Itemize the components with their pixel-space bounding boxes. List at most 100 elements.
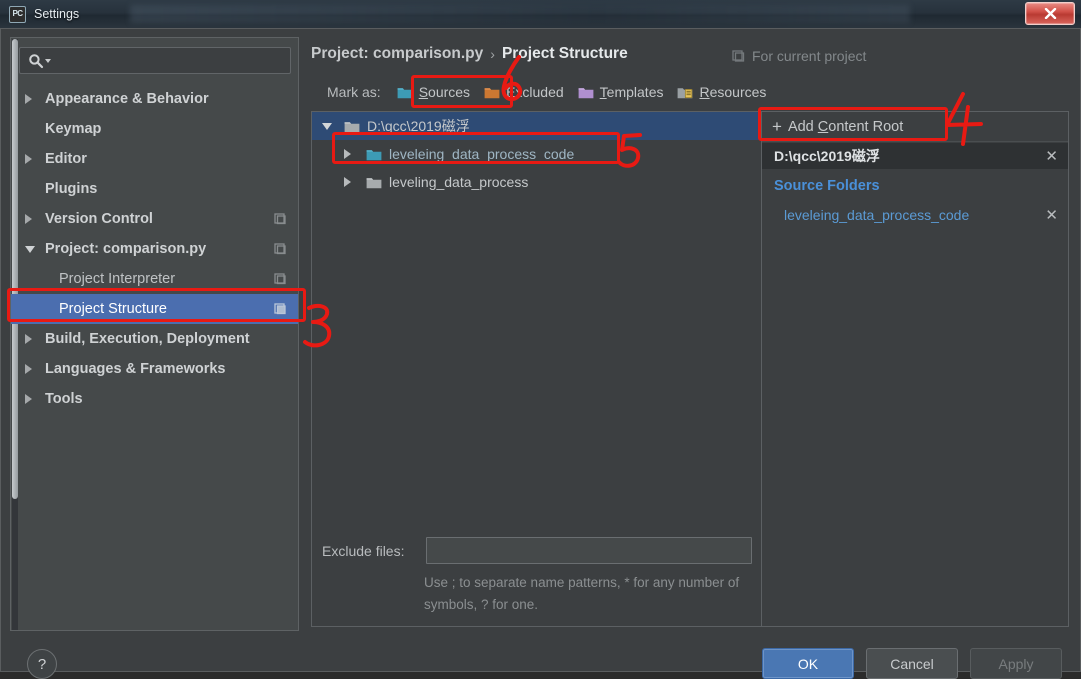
sidebar-item-project-comparison[interactable]: Project: comparison.py <box>11 234 298 264</box>
sidebar-item-label: Appearance & Behavior <box>45 91 209 107</box>
add-content-root-button[interactable]: + Add Content Root <box>762 112 1068 142</box>
breadcrumb-separator: › <box>490 46 495 62</box>
tree-row-label: D:\qcc\2019磁浮 <box>367 118 470 134</box>
project-scope-icon <box>274 243 286 255</box>
tree-row-source-folder[interactable]: leveleing_data_process_code <box>312 140 761 168</box>
twisty-down-icon[interactable] <box>25 245 45 253</box>
settings-window: PC Settings Appearance & Behavior Keymap… <box>0 0 1081 679</box>
settings-sidebar: Appearance & Behavior Keymap Editor Plug… <box>10 37 299 631</box>
scope-indicator: For current project <box>732 48 866 64</box>
content-root-path: D:\qcc\2019磁浮 <box>774 148 880 164</box>
twisty-right-icon[interactable] <box>344 149 366 159</box>
exclude-files-row: Exclude files: <box>312 537 761 564</box>
search-icon <box>29 53 44 68</box>
mark-as-templates-button[interactable]: Templates <box>578 84 664 100</box>
twisty-right-icon[interactable] <box>25 394 45 404</box>
sidebar-item-project-structure[interactable]: Project Structure <box>11 294 298 324</box>
plus-icon: + <box>772 117 782 136</box>
sidebar-item-build-execution-deployment[interactable]: Build, Execution, Deployment <box>11 324 298 354</box>
close-button[interactable] <box>1025 2 1075 25</box>
window-title: Settings <box>34 7 80 21</box>
source-folder-path: leveleing_data_process_code <box>784 207 970 223</box>
settings-dialog: Appearance & Behavior Keymap Editor Plug… <box>0 28 1081 679</box>
sidebar-item-languages-frameworks[interactable]: Languages & Frameworks <box>11 354 298 384</box>
source-folder-item[interactable]: leveleing_data_process_code ✕ <box>762 202 1068 228</box>
sidebar-item-plugins[interactable]: Plugins <box>11 174 298 204</box>
folder-excluded-icon <box>484 87 500 98</box>
sidebar-item-label: Version Control <box>45 211 153 227</box>
sidebar-item-label: Project Structure <box>59 301 167 317</box>
folder-icon <box>344 121 360 132</box>
settings-nav-list: Appearance & Behavior Keymap Editor Plug… <box>11 84 298 414</box>
twisty-right-icon[interactable] <box>25 214 45 224</box>
project-scope-icon <box>274 273 286 285</box>
exclude-files-input[interactable] <box>427 538 751 563</box>
sidebar-item-label: Plugins <box>45 181 98 197</box>
search-field-wrapper <box>19 47 291 74</box>
mark-as-excluded-label: Excluded <box>506 84 564 100</box>
exclude-files-hint: Use ; to separate name patterns, * for a… <box>424 575 740 612</box>
sidebar-item-project-interpreter[interactable]: Project Interpreter <box>11 264 298 294</box>
mark-as-label: Mark as: <box>327 84 381 100</box>
breadcrumb-current: Project Structure <box>501 45 628 62</box>
sidebar-item-tools[interactable]: Tools <box>11 384 298 414</box>
breadcrumb-parent[interactable]: Project: comparison.py <box>311 45 483 63</box>
sidebar-item-label: Languages & Frameworks <box>45 361 226 377</box>
chevron-down-icon <box>45 58 51 63</box>
mark-as-templates-label: Templates <box>599 84 664 100</box>
cancel-button[interactable]: Cancel <box>866 648 958 679</box>
mark-as-excluded-button[interactable]: Excluded <box>484 84 564 100</box>
mark-as-resources-button[interactable]: Resources <box>677 84 766 100</box>
twisty-down-icon[interactable] <box>322 122 344 130</box>
content-root-details: + Add Content Root D:\qcc\2019磁浮 ✕ Sourc… <box>762 112 1068 626</box>
content-root-item[interactable]: D:\qcc\2019磁浮 ✕ <box>762 143 1068 169</box>
close-icon <box>1044 8 1056 19</box>
sidebar-item-version-control[interactable]: Version Control <box>11 204 298 234</box>
twisty-right-icon[interactable] <box>25 154 45 164</box>
tree-row-content-root[interactable]: D:\qcc\2019磁浮 <box>312 112 761 140</box>
remove-source-folder-icon[interactable]: ✕ <box>1045 208 1058 223</box>
sidebar-item-appearance-behavior[interactable]: Appearance & Behavior <box>11 84 298 114</box>
tree-row-label: leveling_data_process <box>389 174 529 190</box>
exclude-files-label: Exclude files: <box>322 542 405 559</box>
mark-as-toolbar: Mark as: Sources Excluded Templates Reso… <box>327 81 780 103</box>
project-structure-panels: D:\qcc\2019磁浮 leveleing_data_process_cod… <box>311 111 1069 627</box>
folder-templates-icon <box>578 87 594 98</box>
ok-button[interactable]: OK <box>762 648 854 679</box>
sidebar-item-label: Keymap <box>45 121 102 137</box>
titlebar-background-blur <box>130 5 910 23</box>
project-scope-icon <box>274 213 286 225</box>
folder-resources-icon <box>678 87 693 98</box>
tree-row-plain-folder[interactable]: leveling_data_process <box>312 168 761 196</box>
dialog-buttons: OK Cancel Apply <box>762 648 1062 679</box>
search-box[interactable] <box>19 47 291 74</box>
sidebar-item-editor[interactable]: Editor <box>11 144 298 174</box>
content-roots-tree: D:\qcc\2019磁浮 leveleing_data_process_cod… <box>312 112 762 626</box>
mark-as-resources-label: Resources <box>699 84 767 100</box>
breadcrumb: Project: comparison.py › Project Structu… <box>311 45 628 63</box>
source-folders-header: Source Folders <box>774 178 880 194</box>
sidebar-item-keymap[interactable]: Keymap <box>11 114 298 144</box>
settings-content: Project: comparison.py › Project Structu… <box>307 37 1073 631</box>
remove-content-root-icon[interactable]: ✕ <box>1045 149 1058 164</box>
folder-icon <box>366 177 382 188</box>
tree-row-label: leveleing_data_process_code <box>389 146 575 162</box>
pycharm-icon: PC <box>9 5 26 23</box>
twisty-right-icon[interactable] <box>25 334 45 344</box>
sidebar-item-label: Build, Execution, Deployment <box>45 331 250 347</box>
sidebar-item-label: Project: comparison.py <box>45 241 207 257</box>
help-icon: ? <box>37 655 47 673</box>
sidebar-item-label: Tools <box>45 391 83 407</box>
twisty-right-icon[interactable] <box>25 94 45 104</box>
folder-sources-icon <box>366 149 382 160</box>
twisty-right-icon[interactable] <box>344 177 366 187</box>
search-input[interactable] <box>57 52 290 69</box>
twisty-right-icon[interactable] <box>25 364 45 374</box>
help-button[interactable]: ? <box>27 649 57 679</box>
window-titlebar: PC Settings <box>0 0 1081 29</box>
sidebar-item-label: Project Interpreter <box>59 271 176 287</box>
exclude-files-input-wrapper <box>426 537 752 564</box>
mark-as-sources-button[interactable]: Sources <box>397 84 470 100</box>
project-scope-icon <box>732 49 745 62</box>
folder-sources-icon <box>397 87 413 98</box>
